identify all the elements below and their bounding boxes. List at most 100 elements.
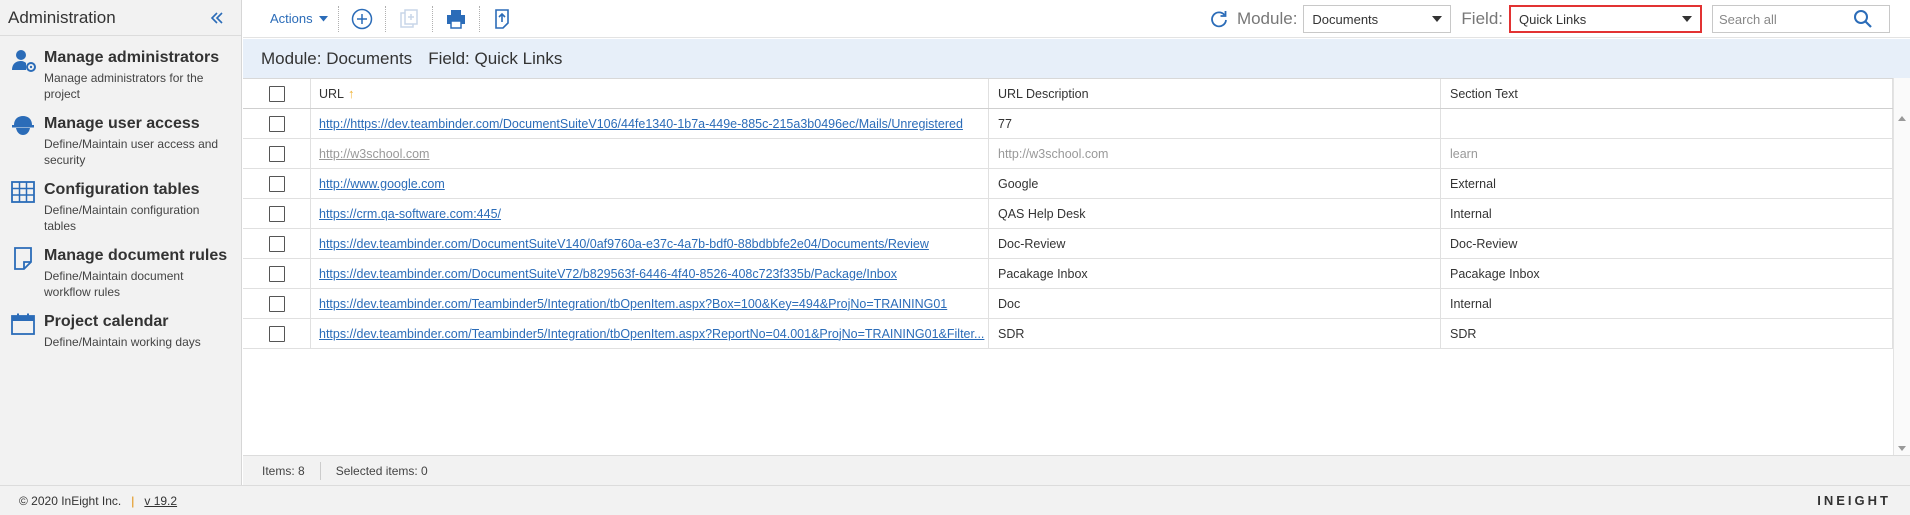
hardhat-user-icon [12,116,34,135]
search-icon[interactable] [1853,9,1873,29]
items-count: Items: 8 [262,463,305,478]
row-checkbox-cell [243,169,311,198]
copyright-text: © 2020 InEight Inc. [19,493,122,508]
url-cell: https://dev.teambinder.com/DocumentSuite… [311,229,989,258]
section-text-cell: Doc-Review [1441,229,1893,258]
table-row[interactable]: https://dev.teambinder.com/DocumentSuite… [243,259,1893,289]
refresh-icon[interactable] [1209,9,1229,29]
sidebar-header: Administration [0,0,241,36]
section-text-cell: SDR [1441,319,1893,348]
toolbar-divider [431,5,433,32]
grid-header-row: URL ↑ URL Description Section Text [243,78,1893,109]
url-description-cell: Google [989,169,1441,198]
table-row[interactable]: https://dev.teambinder.com/Teambinder5/I… [243,289,1893,319]
column-header-url[interactable]: URL ↑ [311,79,989,108]
add-button[interactable] [349,6,375,32]
table-row[interactable]: https://dev.teambinder.com/Teambinder5/I… [243,319,1893,349]
section-text-cell: Internal [1441,289,1893,318]
url-cell: http://https://dev.teambinder.com/Docume… [311,109,989,138]
scroll-down-arrow-icon[interactable] [1898,446,1906,451]
sidebar-item-project-calendar[interactable]: Project calendar Define/Maintain working… [0,312,241,350]
row-checkbox[interactable] [268,265,285,282]
ineight-logo: INEIGHT [1817,493,1891,508]
row-checkbox[interactable] [268,145,285,162]
table-grid-icon [11,181,35,203]
row-checkbox-cell [243,259,311,288]
table-row[interactable]: https://dev.teambinder.com/DocumentSuite… [243,229,1893,259]
toolbar-divider [384,5,386,32]
row-checkbox-cell [243,289,311,318]
module-select[interactable]: Documents [1303,5,1452,33]
collapse-sidebar-icon[interactable] [209,10,225,26]
chevron-down-icon [1682,16,1692,22]
toolbar-divider [337,5,339,32]
print-button[interactable] [443,6,469,32]
url-cell: https://dev.teambinder.com/Teambinder5/I… [311,319,989,348]
select-all-checkbox[interactable] [268,85,285,102]
url-link[interactable]: https://dev.teambinder.com/DocumentSuite… [319,237,929,251]
sort-arrow-icon: ↑ [348,86,355,101]
calendar-icon [11,313,35,335]
url-link[interactable]: http://w3school.com [319,147,429,161]
sidebar-item-manage-document-rules[interactable]: Manage document rules Define/Maintain do… [0,246,241,300]
row-checkbox[interactable] [268,175,285,192]
row-checkbox[interactable] [268,325,285,342]
row-checkbox[interactable] [268,115,285,132]
band-module-text: Module: Documents [261,48,413,68]
column-header-url-description[interactable]: URL Description [989,79,1441,108]
search-box [1712,5,1890,33]
sidebar-item-label: Configuration tables [44,181,200,198]
admin-sidebar: Administration Manage administrators Man… [0,0,242,485]
field-select[interactable]: Quick Links [1509,5,1702,33]
export-document-icon [494,8,509,29]
url-link[interactable]: https://dev.teambinder.com/DocumentSuite… [319,267,897,281]
context-band: Module: Documents Field: Quick Links [243,39,1910,78]
sidebar-item-desc: Manage administrators for the project [44,71,204,101]
grid-vertical-scrollbar[interactable] [1893,78,1910,455]
url-link[interactable]: https://dev.teambinder.com/Teambinder5/I… [319,327,984,341]
row-checkbox[interactable] [268,295,285,312]
sidebar-title: Administration [8,7,116,27]
table-row[interactable]: http://https://dev.teambinder.com/Docume… [243,109,1893,139]
field-label: Field: [1461,9,1503,28]
caret-down-icon [318,15,328,21]
actions-label: Actions [270,11,313,26]
band-field-text: Field: Quick Links [428,48,563,68]
version-link[interactable]: v 19.2 [144,494,177,508]
column-header-label: Section Text [1450,86,1518,101]
url-link[interactable]: https://dev.teambinder.com/Teambinder5/I… [319,297,947,311]
sidebar-item-label: Manage document rules [44,247,228,264]
table-row[interactable]: https://crm.qa-software.com:445/ QAS Hel… [243,199,1893,229]
url-link[interactable]: http://https://dev.teambinder.com/Docume… [319,117,963,131]
column-header-section-text[interactable]: Section Text [1441,79,1893,108]
module-label: Module: [1236,9,1298,28]
chevron-down-icon [1432,16,1443,22]
printer-icon [446,9,465,29]
sidebar-item-configuration-tables[interactable]: Configuration tables Define/Maintain con… [0,180,241,234]
table-row[interactable]: http://www.google.com Google External [243,169,1893,199]
sidebar-item-manage-user-access[interactable]: Manage user access Define/Maintain user … [0,114,241,168]
url-description-cell: QAS Help Desk [989,199,1441,228]
grid-status-bar: Items: 8 Selected items: 0 [243,455,1910,485]
copy-button[interactable] [396,6,422,32]
field-select-value: Quick Links [1519,11,1587,27]
row-checkbox[interactable] [268,205,285,222]
header-checkbox-cell [243,79,311,108]
toolbar-right-group: Module: Documents Field: Quick Links [1209,0,1910,38]
section-text-cell: learn [1441,139,1893,168]
url-link[interactable]: https://crm.qa-software.com:445/ [319,207,501,221]
section-text-cell: Pacakage Inbox [1441,259,1893,288]
row-checkbox-cell [243,319,311,348]
export-button[interactable] [490,6,516,32]
search-input[interactable] [1713,10,1853,28]
row-checkbox[interactable] [268,235,285,252]
sidebar-item-desc: Define/Maintain user access and security [44,137,219,167]
url-link[interactable]: http://www.google.com [319,177,445,191]
row-checkbox-cell [243,199,311,228]
actions-menu-button[interactable]: Actions [270,11,328,26]
scroll-up-arrow-icon[interactable] [1898,116,1906,121]
sidebar-item-manage-administrators[interactable]: Manage administrators Manage administrat… [0,48,241,102]
url-description-cell: Doc-Review [989,229,1441,258]
url-cell: http://www.google.com [311,169,989,198]
table-row[interactable]: http://w3school.com http://w3school.com … [243,139,1893,169]
